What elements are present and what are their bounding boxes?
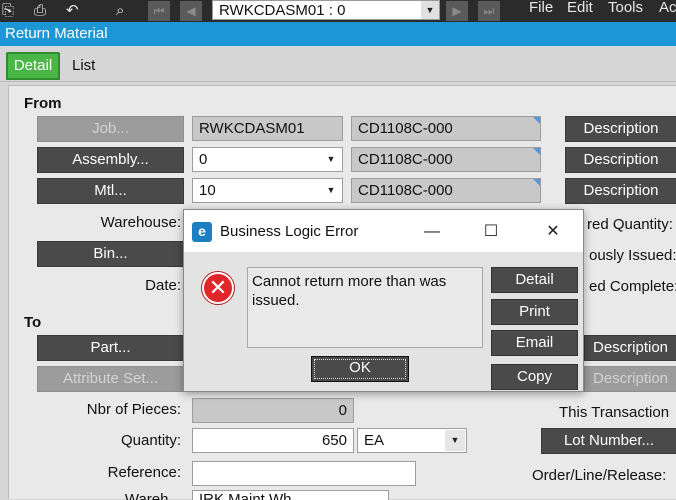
to-part-description-button[interactable]: Description bbox=[584, 335, 676, 361]
assembly-value: 0 bbox=[199, 151, 208, 168]
dialog-title: Business Logic Error bbox=[220, 223, 359, 240]
uom-combo[interactable]: EA ▼ bbox=[357, 428, 467, 453]
link-indicator-icon bbox=[533, 117, 540, 124]
last-record-icon[interactable]: ⏭ bbox=[478, 1, 500, 21]
dialog-title-bar: e Business Logic Error — ☐ ✕ bbox=[184, 210, 583, 252]
warehouse-label: Warehouse: bbox=[100, 214, 181, 231]
email-button[interactable]: Email bbox=[491, 330, 578, 356]
reference-field[interactable] bbox=[192, 461, 416, 486]
detail-button[interactable]: Detail bbox=[491, 267, 578, 293]
uom-value: EA bbox=[364, 432, 385, 449]
job-part-value: CD1108C-000 bbox=[358, 120, 453, 137]
chevron-down-icon[interactable]: ▼ bbox=[445, 430, 465, 451]
to-group-label: To bbox=[24, 314, 42, 331]
assembly-part-value: CD1108C-000 bbox=[358, 151, 453, 168]
copy-button[interactable]: Copy bbox=[491, 364, 578, 390]
chevron-down-icon[interactable]: ▼ bbox=[421, 1, 439, 19]
quantity-field[interactable]: 650 bbox=[192, 428, 354, 453]
form-title-bar: Return Material bbox=[0, 22, 676, 46]
first-record-icon[interactable]: ⏮ bbox=[148, 1, 170, 21]
close-icon[interactable]: ✕ bbox=[541, 220, 565, 244]
this-transaction-label: This Transaction bbox=[559, 404, 670, 421]
link-indicator-icon bbox=[533, 148, 540, 155]
maximize-icon[interactable]: ☐ bbox=[479, 220, 503, 244]
ok-button[interactable]: OK bbox=[311, 356, 409, 382]
lot-number-button[interactable]: Lot Number... bbox=[541, 428, 676, 454]
job-field[interactable]: RWKCDASM01 bbox=[192, 116, 343, 141]
assembly-description-button[interactable]: Description bbox=[565, 147, 676, 173]
mtl-part-value: CD1108C-000 bbox=[358, 182, 453, 199]
nbr-of-pieces-label: Nbr of Pieces: bbox=[86, 401, 181, 418]
attribute-set-button[interactable]: Attribute Set... bbox=[37, 366, 184, 392]
record-selector-value: RWKCDASM01 : 0 bbox=[219, 2, 346, 19]
tab-strip: Detail List bbox=[0, 46, 676, 82]
chevron-down-icon[interactable]: ▼ bbox=[321, 180, 341, 201]
link-indicator-icon bbox=[533, 179, 540, 186]
date-label: Date: bbox=[145, 277, 181, 294]
assembly-button[interactable]: Assembly... bbox=[37, 147, 184, 173]
print-button[interactable]: Print bbox=[491, 299, 578, 325]
new-document-icon[interactable]: ⎘ bbox=[2, 2, 14, 19]
assembly-part-field[interactable]: CD1108C-000 bbox=[351, 147, 541, 172]
required-complete-label: ed Complete: bbox=[589, 278, 676, 295]
menu-tools[interactable]: Tools bbox=[608, 0, 643, 16]
error-message: Cannot return more than was issued. bbox=[247, 267, 483, 348]
from-group-label: From bbox=[24, 95, 62, 112]
to-attribute-description-button[interactable]: Description bbox=[584, 366, 676, 392]
previous-record-icon[interactable]: ◀ bbox=[180, 1, 202, 21]
order-line-release-label: Order/Line/Release: bbox=[532, 467, 667, 484]
mtl-value: 10 bbox=[199, 182, 216, 199]
nbr-of-pieces-field[interactable]: 0 bbox=[192, 398, 354, 423]
tab-detail[interactable]: Detail bbox=[6, 52, 60, 80]
required-quantity-label: red Quantity: bbox=[587, 216, 673, 233]
menu-actions[interactable]: Ac bbox=[659, 0, 676, 16]
quantity-label: Quantity: bbox=[120, 432, 181, 449]
record-selector-combo[interactable]: RWKCDASM01 : 0 ▼ bbox=[212, 0, 440, 20]
app-logo-icon: e bbox=[192, 222, 212, 242]
form-title: Return Material bbox=[5, 25, 108, 42]
job-description-button[interactable]: Description bbox=[565, 116, 676, 142]
dialog-body: ✕ Cannot return more than was issued. De… bbox=[184, 252, 583, 391]
previously-issued-label: ously Issued: bbox=[589, 247, 676, 264]
job-part-field[interactable]: CD1108C-000 bbox=[351, 116, 541, 141]
save-icon[interactable]: ⎙ bbox=[34, 2, 46, 19]
business-logic-error-dialog: e Business Logic Error — ☐ ✕ ✕ Cannot re… bbox=[183, 209, 584, 392]
assembly-combo[interactable]: 0 ▼ bbox=[192, 147, 343, 172]
next-record-icon[interactable]: ▶ bbox=[446, 1, 468, 21]
job-button[interactable]: Job... bbox=[37, 116, 184, 142]
main-toolbar: ⎘ ⎙ ↶ ⌕ ⏮ ◀ RWKCDASM01 : 0 ▼ ▶ ⏭ File Ed… bbox=[0, 0, 676, 22]
chevron-down-icon[interactable]: ▼ bbox=[321, 149, 341, 170]
tab-list[interactable]: List bbox=[72, 54, 95, 78]
part-button[interactable]: Part... bbox=[37, 335, 184, 361]
binoculars-search-icon[interactable]: ⌕ bbox=[116, 2, 124, 19]
mtl-combo[interactable]: 10 ▼ bbox=[192, 178, 343, 203]
minimize-icon[interactable]: — bbox=[420, 220, 444, 244]
menu-file[interactable]: File bbox=[529, 0, 553, 16]
mtl-description-button[interactable]: Description bbox=[565, 178, 676, 204]
bin-button[interactable]: Bin... bbox=[37, 241, 184, 267]
undo-icon[interactable]: ↶ bbox=[66, 2, 79, 19]
mtl-button[interactable]: Mtl... bbox=[37, 178, 184, 204]
mtl-part-field[interactable]: CD1108C-000 bbox=[351, 178, 541, 203]
error-icon: ✕ bbox=[202, 272, 234, 304]
menu-edit[interactable]: Edit bbox=[567, 0, 593, 16]
reference-label: Reference: bbox=[107, 464, 181, 481]
